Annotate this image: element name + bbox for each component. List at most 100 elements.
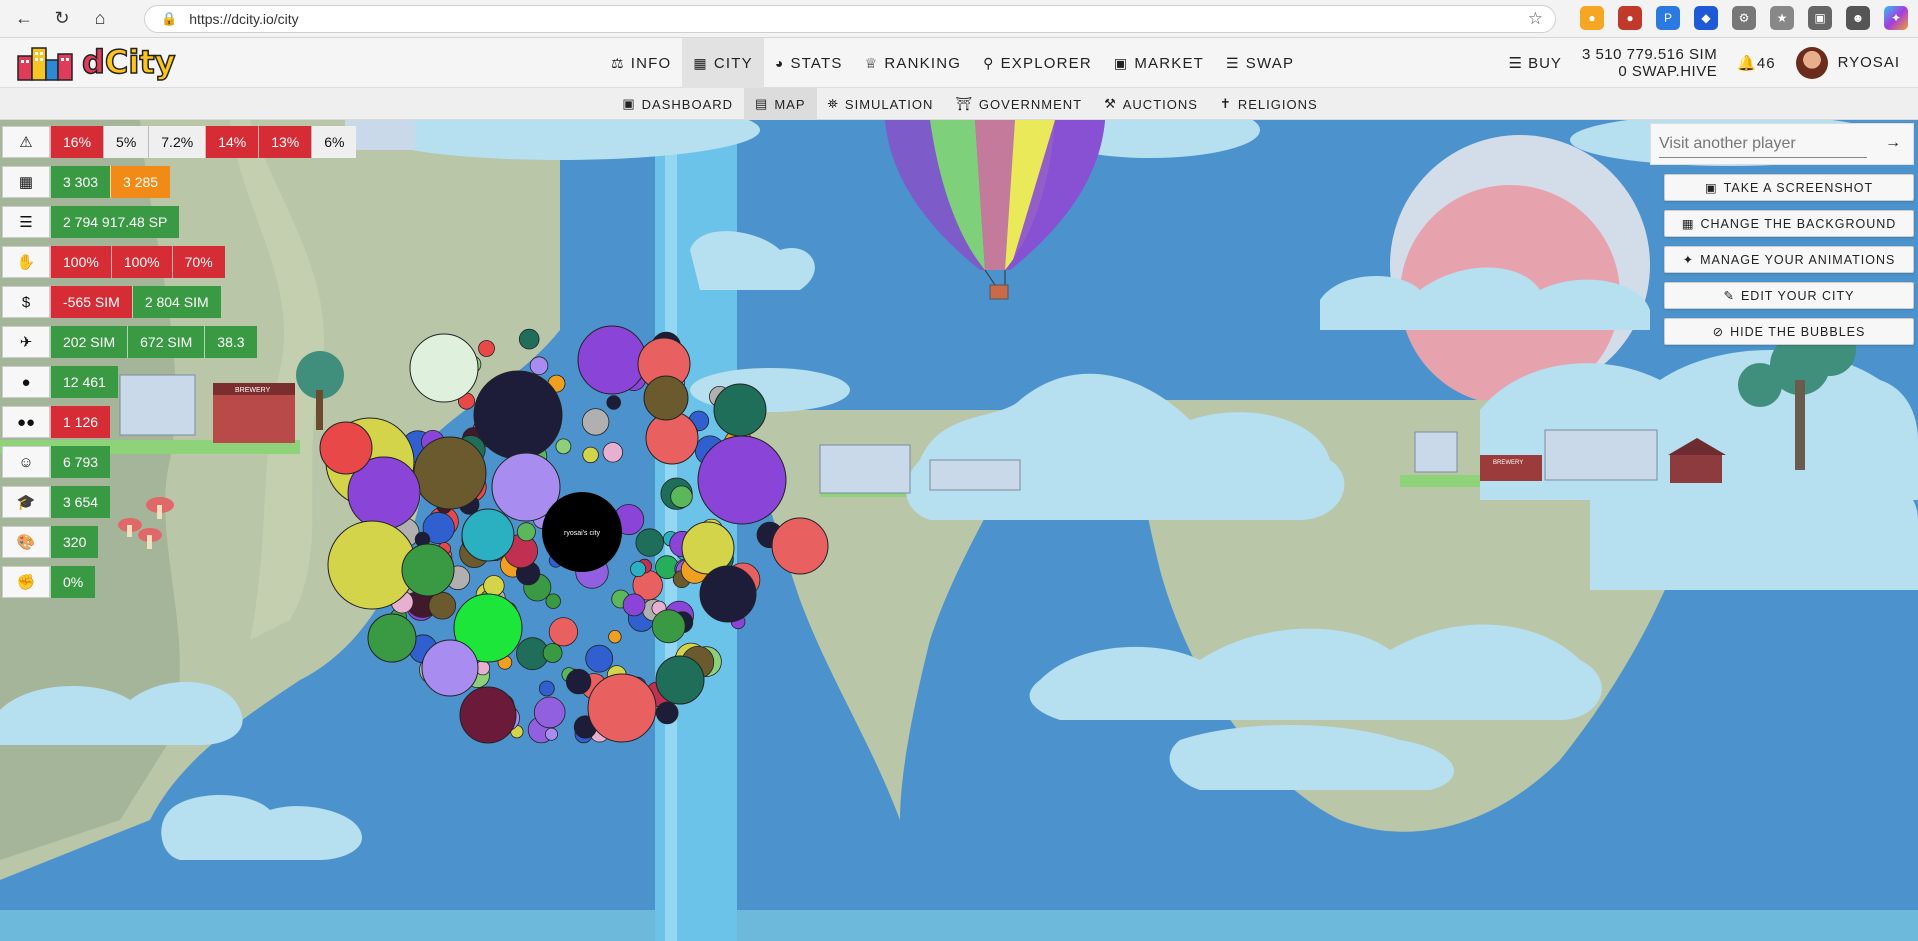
building-bubble[interactable] xyxy=(771,517,829,575)
building-bubble[interactable] xyxy=(606,395,621,410)
arrow-right-icon[interactable]: → xyxy=(1885,134,1901,152)
nav-market[interactable]: ▣ MARKET xyxy=(1103,38,1215,88)
creativity-value: 320 xyxy=(50,526,99,558)
building-bubble[interactable] xyxy=(585,644,614,673)
puzzle-extensions-icon[interactable]: ⚙ xyxy=(1732,6,1756,30)
building-bubble[interactable] xyxy=(401,543,455,597)
logo-buildings-icon xyxy=(17,47,73,81)
change-background-button[interactable]: ▦ CHANGE THE BACKGROUND xyxy=(1664,210,1914,237)
address-bar[interactable]: 🔒 https://dcity.io/city ☆ xyxy=(144,5,1556,33)
building-bubble[interactable] xyxy=(602,442,624,463)
coins-icon: ☰ xyxy=(1226,54,1240,71)
balance-scale-icon: ⚖ xyxy=(611,54,625,71)
building-bubble[interactable] xyxy=(518,328,540,350)
hand-holding-icon: ✋ xyxy=(2,246,50,278)
building-bubble[interactable] xyxy=(367,613,417,663)
building-bubble[interactable] xyxy=(670,485,693,508)
nav-stats[interactable]: ◕ STATS xyxy=(764,38,854,88)
happiness-value: 6 793 xyxy=(50,446,111,478)
warning-icon: ⚠ xyxy=(2,126,50,158)
building-bubble[interactable] xyxy=(545,727,559,741)
notifications-button[interactable]: 🔔46 xyxy=(1737,54,1775,72)
sub-nav: ▣ DASHBOARD ▤ MAP ⛯ SIMULATION ⛩ GOVERNMENT … xyxy=(0,88,1918,120)
building-bubble[interactable] xyxy=(409,333,479,403)
building-bubble[interactable] xyxy=(713,383,767,437)
building-bubble[interactable] xyxy=(582,446,599,464)
building-bubble[interactable] xyxy=(473,370,563,460)
collections-icon[interactable]: ▣ xyxy=(1808,6,1832,30)
building-bubble[interactable] xyxy=(529,356,549,376)
take-screenshot-button[interactable]: ▣ TAKE A SCREENSHOT xyxy=(1664,174,1914,201)
building-bubble[interactable] xyxy=(421,639,479,697)
favorite-star-icon[interactable]: ☆ xyxy=(1528,9,1543,29)
smile-icon: ☺ xyxy=(2,446,50,478)
building-bubble[interactable] xyxy=(538,680,555,697)
subnav-religions[interactable]: ✝ RELIGIONS xyxy=(1209,88,1329,120)
building-bubble[interactable] xyxy=(581,408,610,436)
back-icon[interactable]: ← xyxy=(10,5,38,33)
building-bubble[interactable] xyxy=(413,436,487,510)
building-bubble[interactable] xyxy=(548,617,579,647)
p-extension-icon[interactable]: P xyxy=(1656,6,1680,30)
building-bubble[interactable] xyxy=(478,340,495,357)
building-bubble[interactable] xyxy=(643,375,689,421)
building-bubble[interactable] xyxy=(516,522,536,542)
wallet-balance: 3 510 779.516 SIM 0 SWAP.HIVE xyxy=(1582,46,1717,80)
building-bubble[interactable] xyxy=(651,609,686,644)
building-bubble[interactable] xyxy=(459,686,517,744)
building-bubble[interactable] xyxy=(587,673,657,743)
manage-animations-button[interactable]: ✦ MANAGE YOUR ANIMATIONS xyxy=(1664,246,1914,273)
plane-icon: ✈ xyxy=(2,326,50,358)
dcity-logo[interactable]: dCity xyxy=(14,42,176,82)
nav-ranking[interactable]: ♕ RANKING xyxy=(854,38,973,88)
nav-city[interactable]: ▦ CITY xyxy=(682,38,764,88)
auction-icon: ⚒ xyxy=(1104,96,1117,111)
building-bubble[interactable] xyxy=(577,325,647,395)
services-value: 70% xyxy=(171,246,225,278)
building-bubble[interactable] xyxy=(461,508,515,562)
building-bubble[interactable] xyxy=(655,701,679,725)
shield-extension-icon[interactable]: ◆ xyxy=(1694,6,1718,30)
building-bubble[interactable] xyxy=(555,438,572,455)
building-bubble[interactable] xyxy=(565,668,592,695)
favorites-icon[interactable]: ★ xyxy=(1770,6,1794,30)
search-icon: ⚲ xyxy=(983,54,995,71)
risk-row: ⚠ 16% 5% 7.2% 14% 13% 6% xyxy=(2,126,357,158)
visit-player-input[interactable] xyxy=(1659,130,1867,158)
tourism-value: 672 SIM xyxy=(127,326,205,358)
subnav-auctions[interactable]: ⚒ AUCTIONS xyxy=(1093,88,1209,120)
metamask-extension-icon[interactable]: ● xyxy=(1580,6,1604,30)
subnav-simulation[interactable]: ⛯ SIMULATION xyxy=(817,88,945,120)
magic-wand-icon: ✦ xyxy=(1682,253,1695,267)
building-bubble[interactable] xyxy=(699,565,757,623)
subnav-government[interactable]: ⛩ GOVERNMENT xyxy=(944,88,1093,120)
risk-value: 16% xyxy=(50,126,104,158)
building-bubble[interactable] xyxy=(645,411,699,465)
subnav-dashboard[interactable]: ▣ DASHBOARD xyxy=(611,88,744,120)
building-bubble[interactable] xyxy=(635,528,664,557)
building-bubble[interactable] xyxy=(483,575,505,597)
hide-bubbles-button[interactable]: ⊘ HIDE THE BUBBLES xyxy=(1664,318,1914,345)
nav-explorer[interactable]: ⚲ EXPLORER xyxy=(972,38,1103,88)
copilot-icon[interactable]: ✦ xyxy=(1884,6,1908,30)
building-bubble[interactable] xyxy=(622,593,646,617)
building-bubble[interactable] xyxy=(533,696,566,729)
nav-swap[interactable]: ☰ SWAP xyxy=(1215,38,1305,88)
building-bubble[interactable] xyxy=(697,435,787,525)
user-menu[interactable]: RYOSAI xyxy=(1795,47,1900,79)
nav-info[interactable]: ⚖ INFO xyxy=(600,38,682,88)
income-value: -565 SIM xyxy=(50,286,132,318)
building-bubble[interactable] xyxy=(655,655,705,705)
building-bubble[interactable] xyxy=(608,630,622,644)
subnav-map[interactable]: ▤ MAP xyxy=(744,88,817,120)
profile-icon[interactable]: ☻ xyxy=(1846,6,1870,30)
city-actions: ▣ TAKE A SCREENSHOT ▦ CHANGE THE BACKGROUN… xyxy=(1664,174,1914,354)
building-bubble[interactable] xyxy=(428,591,457,620)
refresh-icon[interactable]: ↻ xyxy=(48,5,76,33)
edit-city-button[interactable]: ✎ EDIT YOUR CITY xyxy=(1664,282,1914,309)
home-icon[interactable]: ⌂ xyxy=(86,5,114,33)
building-bubble[interactable] xyxy=(630,561,647,578)
buy-button[interactable]: ☰ BUY xyxy=(1508,54,1561,72)
hive-keychain-extension-icon[interactable]: ● xyxy=(1618,6,1642,30)
building-bubble[interactable] xyxy=(542,643,563,663)
